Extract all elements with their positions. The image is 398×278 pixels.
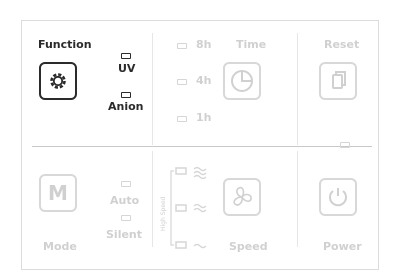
control-panel: Function UV Anion 8h 4h 1h Time Reset M … [21, 20, 379, 270]
fan-icon [233, 186, 252, 206]
timer-4h-indicator [177, 79, 187, 85]
gear-icon [50, 73, 66, 89]
reset-label: Reset [324, 38, 360, 51]
auto-indicator [121, 181, 131, 187]
speed-high-indicator [175, 167, 187, 175]
uv-label: UV [118, 62, 136, 75]
divider-vertical-right-top [297, 33, 298, 145]
speed-low-icon [193, 243, 207, 249]
function-button[interactable] [39, 62, 77, 100]
anion-indicator [121, 92, 131, 98]
anion-label: Anion [108, 100, 144, 113]
timer-title: Time [236, 38, 267, 51]
silent-indicator [121, 215, 131, 221]
filter-reset-icon [332, 71, 346, 89]
timer-8h-label: 8h [196, 38, 212, 51]
timer-button[interactable] [223, 62, 261, 100]
timer-4h-label: 4h [196, 74, 212, 87]
speed-mid-indicator [175, 204, 187, 212]
divider-vertical-left-top [152, 33, 153, 145]
divider-vertical-right-bottom [297, 151, 298, 247]
silent-label: Silent [106, 228, 143, 241]
speed-label: Speed [229, 240, 268, 253]
mode-label: Mode [43, 240, 77, 253]
function-label: Function [38, 38, 92, 51]
high-speed-label: High Speed [160, 196, 167, 231]
divider-horizontal [32, 146, 372, 147]
reset-button[interactable] [319, 62, 357, 100]
power-icon [329, 188, 347, 207]
timer-8h-indicator [177, 43, 187, 49]
speed-levels [170, 166, 207, 249]
speed-high-icon [193, 166, 207, 180]
speed-button[interactable] [223, 178, 261, 216]
speed-low-indicator [175, 241, 187, 249]
divider-indicator [340, 142, 350, 148]
mode-button-letter: M [48, 181, 68, 205]
timer-1h-label: 1h [196, 111, 212, 124]
clock-pie-icon [231, 70, 253, 92]
speed-mid-icon [193, 203, 207, 213]
timer-1h-indicator [177, 116, 187, 122]
auto-label: Auto [110, 194, 140, 207]
power-button[interactable] [319, 178, 357, 216]
power-label: Power [323, 240, 362, 253]
mode-button[interactable]: M [39, 174, 77, 212]
divider-vertical-left-bottom [152, 151, 153, 247]
uv-indicator [121, 53, 131, 59]
